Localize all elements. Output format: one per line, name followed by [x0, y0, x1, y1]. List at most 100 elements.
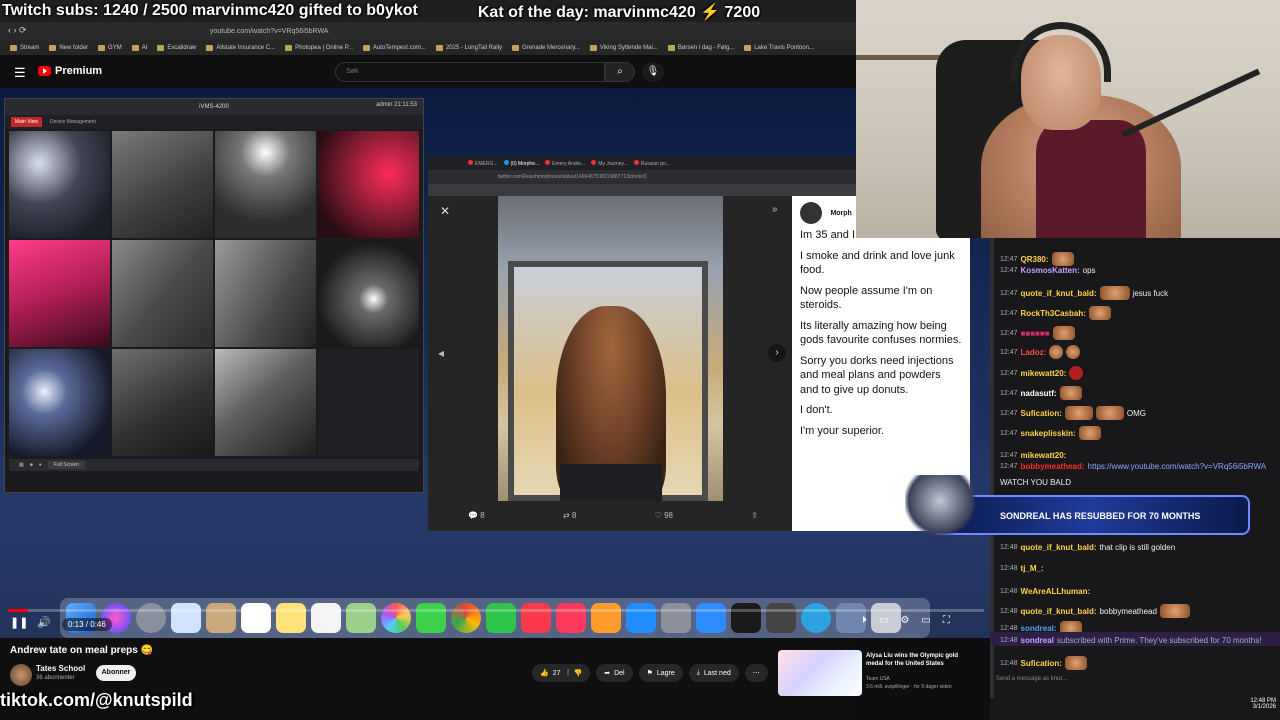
reply-icon[interactable]: 💬 8: [468, 511, 485, 520]
tab-main-view[interactable]: Main View: [11, 117, 42, 127]
recommended-title[interactable]: Alysa Liu wins the Olympic gold medal fo…: [866, 652, 966, 668]
camera-feed[interactable]: [215, 240, 316, 347]
tweet-photo[interactable]: [498, 196, 723, 501]
grid-icon[interactable]: ▦: [19, 462, 24, 468]
maps-icon[interactable]: [346, 603, 376, 633]
theater-icon[interactable]: ▭: [921, 615, 930, 626]
zoom-icon[interactable]: [696, 603, 726, 633]
bookmark-item[interactable]: Grenade Mercenary...: [512, 44, 580, 51]
castr-icon[interactable]: [731, 603, 761, 633]
camera-feed[interactable]: [318, 131, 419, 238]
bookmark-item[interactable]: Stream: [10, 44, 39, 51]
video-player[interactable]: iVMS-4200 admin 21:11:53 Main View Devic…: [0, 88, 990, 638]
share-button[interactable]: ➦ Del: [596, 664, 633, 682]
bookmark-item[interactable]: Allstate Insurance C...: [206, 44, 275, 51]
camera-feed-empty[interactable]: [318, 349, 419, 456]
chat-input[interactable]: Send a message as knut...: [996, 676, 1266, 688]
share-icon[interactable]: ⇪: [751, 511, 758, 520]
youtube-logo[interactable]: Premium: [38, 65, 102, 77]
tweet-username[interactable]: Morph: [830, 210, 851, 217]
reminders-icon[interactable]: [311, 603, 341, 633]
camera-feed[interactable]: [318, 240, 419, 347]
next-icon[interactable]: ›: [768, 344, 786, 362]
more-button[interactable]: ⋯: [744, 664, 768, 682]
expand-icon[interactable]: »: [772, 204, 778, 215]
music-icon[interactable]: [556, 603, 586, 633]
app-store-icon[interactable]: [626, 603, 656, 633]
stop-icon[interactable]: ■: [30, 462, 33, 468]
telegram-icon[interactable]: [801, 603, 831, 633]
settings-icon[interactable]: [661, 603, 691, 633]
recommended-thumbnail[interactable]: [778, 650, 862, 696]
reload-icon[interactable]: ‹ › ⟳: [8, 25, 27, 36]
subtitles-icon[interactable]: ▭: [879, 615, 888, 626]
camera-feed[interactable]: [112, 240, 213, 347]
mic-icon[interactable]: 🎙: [642, 62, 664, 82]
contacts-icon[interactable]: [206, 603, 236, 633]
record-icon[interactable]: ●: [39, 462, 42, 468]
bookmark-item[interactable]: Lake Travis Pontoon...: [744, 44, 814, 51]
camera-feed[interactable]: [9, 240, 110, 347]
chat-scrollbar[interactable]: [990, 238, 994, 698]
save-button[interactable]: ⚑ Lagre: [638, 664, 683, 682]
fullscreen-icon[interactable]: ⛶: [943, 615, 950, 626]
photos-icon[interactable]: [381, 603, 411, 633]
chat-link[interactable]: https://www.youtube.com/watch?v=VRq56i5b…: [1088, 462, 1267, 471]
avatar[interactable]: [800, 202, 822, 224]
autoplay-icon[interactable]: ⏵: [862, 615, 867, 626]
recommended-video[interactable]: Alysa Liu wins the Olympic gold medal fo…: [778, 650, 978, 696]
bookmark-item[interactable]: Photopea | Online P...: [285, 44, 353, 51]
url-text[interactable]: youtube.com/watch?v=VRq56i5bRWA: [210, 28, 328, 35]
camera-feed[interactable]: [112, 131, 213, 238]
settings-icon[interactable]: ⚙: [900, 615, 909, 626]
vpn-icon[interactable]: [766, 603, 796, 633]
camera-feed[interactable]: [112, 349, 213, 456]
video-progress-bar[interactable]: [8, 609, 984, 612]
bookmark-item[interactable]: AI: [131, 44, 147, 51]
preview-icon[interactable]: [171, 603, 201, 633]
browser-tab-active[interactable]: (0) Morphe...: [503, 159, 539, 167]
bookmark-item[interactable]: Excalidraw: [157, 44, 196, 51]
camera-feed[interactable]: [9, 349, 110, 456]
subscribe-button[interactable]: Abonner: [96, 665, 136, 681]
messages-icon[interactable]: [416, 603, 446, 633]
thumbs-down-icon[interactable]: ｜ 👎: [565, 668, 583, 678]
chrome-icon[interactable]: [451, 603, 481, 633]
bookmark-item[interactable]: New folder: [49, 44, 88, 51]
retweet-icon[interactable]: ⇄ 8: [563, 511, 576, 520]
browser-tab[interactable]: My Journey...: [591, 159, 628, 167]
bookmark-item[interactable]: Børsen i dag - Følg...: [667, 44, 734, 51]
browser-tab[interactable]: EMERG...: [468, 159, 498, 167]
like-button[interactable]: 👍 27 ｜ 👎: [532, 664, 591, 682]
browser-tab[interactable]: Emery Andre...: [545, 159, 585, 167]
search-icon[interactable]: ⌕: [605, 62, 635, 82]
camera-feed[interactable]: [9, 131, 110, 238]
download-button[interactable]: ⤓ Last ned: [688, 664, 739, 682]
search-input[interactable]: Søk: [335, 62, 605, 82]
menu-icon[interactable]: ☰: [14, 65, 26, 81]
bookmark-item[interactable]: 2025 - LongTail Rally: [435, 44, 502, 51]
address-bar[interactable]: ‹ › ⟳ youtube.com/watch?v=VRq56i5bRWA: [0, 22, 856, 40]
close-icon[interactable]: ✕: [440, 204, 450, 218]
camera-feed[interactable]: [215, 349, 316, 456]
pause-icon[interactable]: ❚❚: [10, 616, 28, 629]
notes-icon[interactable]: [276, 603, 306, 633]
channel-name[interactable]: Tates School: [36, 664, 85, 673]
launchpad-icon[interactable]: [136, 603, 166, 633]
bookmark-item[interactable]: GYM: [98, 44, 122, 51]
calendar-icon[interactable]: [241, 603, 271, 633]
tab-device-management[interactable]: Device Management: [50, 119, 96, 125]
camera-feed[interactable]: [215, 131, 316, 238]
browser-tab[interactable]: Russian po...: [633, 159, 670, 167]
previous-icon[interactable]: ◂: [438, 346, 444, 360]
fullscreen-button[interactable]: Full Screen: [47, 461, 86, 469]
channel-avatar[interactable]: [10, 664, 32, 686]
bookmark-item[interactable]: AutoTempest.com...: [362, 44, 426, 51]
twitter-url[interactable]: twitter.com/Reachmorpheus/status/1496467…: [428, 170, 856, 184]
volume-icon[interactable]: 🔊: [37, 616, 51, 629]
like-icon[interactable]: ♡ 98: [655, 511, 673, 520]
books-icon[interactable]: [591, 603, 621, 633]
news-icon[interactable]: [521, 603, 551, 633]
bookmark-item[interactable]: Viking Syttende Mai...: [589, 44, 658, 51]
facetime-icon[interactable]: [486, 603, 516, 633]
